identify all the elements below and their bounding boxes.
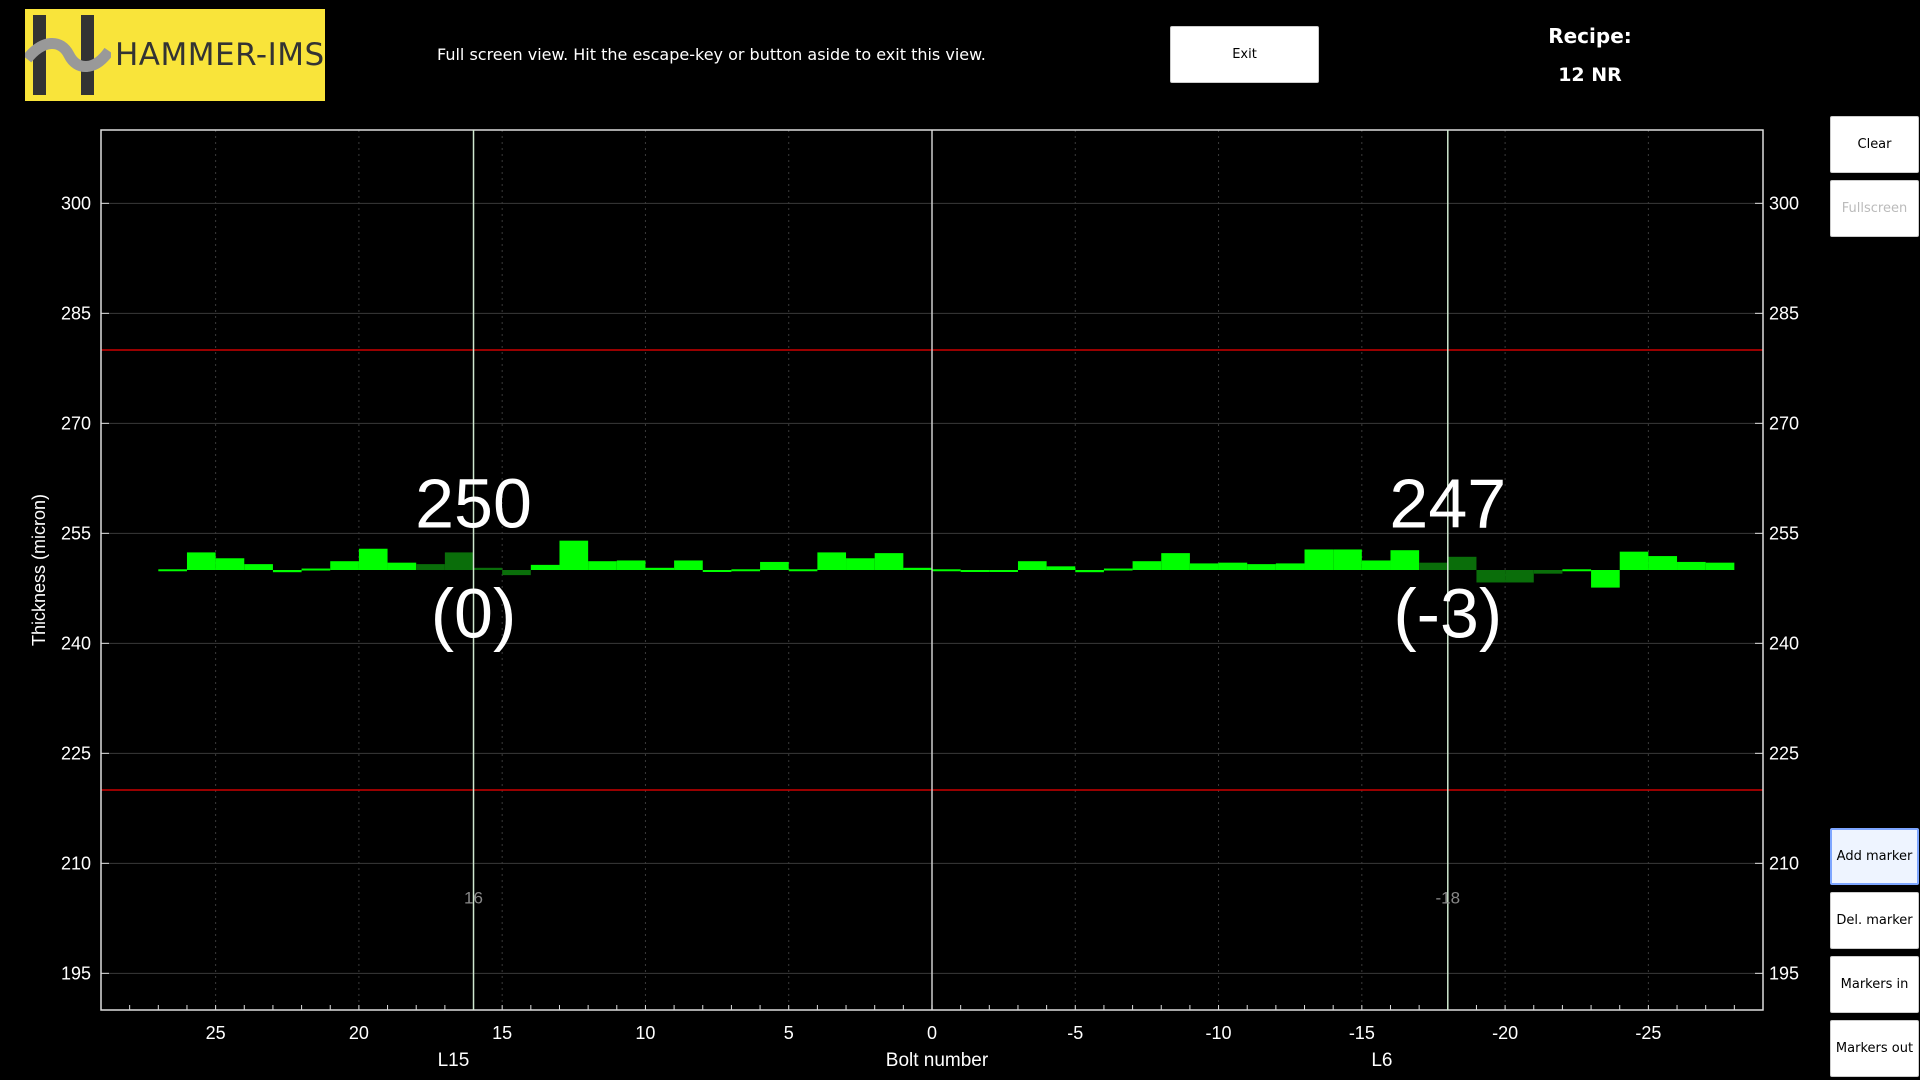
profile-bar	[1075, 570, 1104, 573]
profile-bar	[1017, 561, 1047, 570]
profile-bar	[473, 567, 503, 570]
profile-bar	[158, 569, 187, 572]
profile-bar	[1533, 570, 1563, 574]
y-tick-label-left: 255	[61, 523, 91, 543]
profile-bar	[358, 548, 388, 570]
y-axis-label: Thickness (micron)	[29, 494, 49, 646]
x-tick-label: -5	[1067, 1023, 1083, 1043]
profile-bar	[1591, 570, 1620, 588]
profile-bar	[301, 568, 331, 571]
y-tick-label-left: 240	[61, 633, 91, 653]
profile-bar	[903, 567, 932, 570]
y-tick-label-left: 300	[61, 193, 91, 213]
marker-value-label: 250	[415, 464, 532, 542]
thickness-profile-chart[interactable]: 195 195210 210225 225240 240255 255270 270285 2…	[0, 0, 1920, 1080]
profile-bar	[1677, 561, 1706, 570]
x-tick-label: -25	[1635, 1023, 1661, 1043]
profile-bar	[1161, 553, 1190, 570]
profile-bar	[1361, 560, 1391, 570]
y-tick-label-left: 210	[61, 853, 91, 873]
profile-bar	[788, 569, 818, 572]
profile-bar	[1304, 549, 1334, 570]
profile-bar	[387, 562, 417, 570]
zone-label: L15	[438, 1050, 470, 1071]
y-tick-label-right: 195	[1769, 963, 1799, 983]
profile-bar	[1505, 570, 1534, 583]
profile-bar	[1705, 562, 1735, 570]
y-tick-label-right: 240	[1769, 633, 1799, 653]
profile-bar	[645, 567, 675, 570]
profile-bar	[1189, 563, 1219, 570]
y-tick-label-right: 210	[1769, 853, 1799, 873]
zone-label: L6	[1371, 1050, 1392, 1071]
profile-bar	[1648, 556, 1678, 570]
y-tick-label-left: 285	[61, 303, 91, 323]
y-tick-label-right: 285	[1769, 303, 1799, 323]
profile-bar	[1390, 550, 1420, 570]
x-tick-label: -10	[1206, 1023, 1232, 1043]
profile-bar	[244, 564, 273, 570]
profile-bar	[530, 564, 560, 570]
profile-bar	[1218, 562, 1248, 570]
profile-bar	[817, 552, 847, 570]
profile-bar	[731, 569, 761, 572]
profile-bar	[588, 561, 617, 570]
profile-bar	[1447, 556, 1477, 570]
x-tick-label: 25	[206, 1023, 226, 1043]
x-tick-label: 15	[492, 1023, 512, 1043]
profile-bar	[1619, 551, 1649, 570]
marker-delta-label: (0)	[431, 574, 517, 652]
profile-bar	[215, 558, 245, 570]
x-axis-label: Bolt number	[886, 1050, 989, 1071]
marker-position-label: -18	[1436, 889, 1461, 908]
marker-position-label: 16	[464, 889, 483, 908]
profile-bar	[444, 552, 474, 570]
y-tick-label-right: 270	[1769, 413, 1799, 433]
marker-value-label: 247	[1389, 464, 1506, 542]
y-tick-label-left: 225	[61, 743, 91, 763]
profile-bar	[989, 570, 1018, 572]
profile-bar	[846, 558, 875, 570]
profile-bar	[559, 540, 589, 570]
profile-bar	[960, 570, 990, 572]
profile-bar	[874, 553, 904, 570]
x-tick-label: 20	[349, 1023, 369, 1043]
x-tick-label: 0	[927, 1023, 937, 1043]
profile-bar	[1333, 549, 1362, 570]
x-tick-label: -20	[1492, 1023, 1518, 1043]
profile-bar	[616, 560, 646, 570]
profile-bar	[330, 561, 359, 570]
profile-bar	[1275, 563, 1305, 570]
profile-bar	[1132, 561, 1162, 570]
x-tick-label: 5	[784, 1023, 794, 1043]
profile-bar	[932, 569, 961, 572]
profile-bar	[1103, 568, 1133, 571]
profile-bar	[186, 552, 216, 570]
x-tick-label: -15	[1349, 1023, 1375, 1043]
profile-bar	[272, 570, 302, 573]
y-tick-label-left: 195	[61, 963, 91, 983]
y-tick-label-right: 225	[1769, 743, 1799, 763]
y-tick-label-right: 300	[1769, 193, 1799, 213]
x-tick-label: 10	[635, 1023, 655, 1043]
profile-bar	[760, 561, 789, 570]
marker-delta-label: (-3)	[1393, 574, 1502, 652]
profile-bar	[674, 560, 703, 570]
profile-bar	[1046, 566, 1076, 570]
y-tick-label-right: 255	[1769, 523, 1799, 543]
profile-bar	[1562, 569, 1592, 572]
profile-bar	[1247, 564, 1276, 570]
profile-bar	[1419, 562, 1448, 570]
profile-bar	[702, 570, 732, 572]
profile-bar	[416, 564, 445, 570]
y-tick-label-left: 270	[61, 413, 91, 433]
